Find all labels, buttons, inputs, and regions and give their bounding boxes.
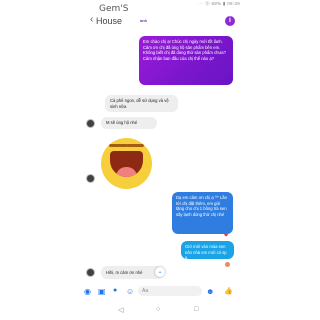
seen-indicator [225,262,230,267]
heart-reaction-icon: ❤ [224,233,229,239]
sticker-brow-left [109,144,127,147]
incoming-message[interactable]: M sẽ ủng hộ nhé [101,117,157,129]
sticker-tongue [116,167,137,177]
image-icon[interactable]: ▣ [98,287,106,296]
info-icon[interactable]: i [225,16,235,26]
conversation-title[interactable]: House [96,16,122,26]
conversation-subtitle: anh [140,18,148,23]
avatar[interactable] [86,119,95,128]
back-icon[interactable]: ‹ [90,14,93,25]
incoming-message[interactable]: Hihi, m cảm ơn nhé [101,266,163,279]
camera-icon[interactable]: ◉ [84,287,92,296]
avatar[interactable] [86,174,95,183]
recents-nav-icon[interactable]: □ [194,306,198,313]
status-right: ··· ⓑ 68% ▮ 09:39 [198,1,240,6]
outgoing-message-cyan[interactable]: Giờ mới vào mùa sen nên nhà em mới có sp… [181,241,234,260]
message-input[interactable]: Aa [138,286,202,296]
sticker-mouth [110,151,143,177]
outgoing-message-purple[interactable]: Em chào chị ạ! Chúc chị ngày mới tốt làn… [139,36,233,85]
outgoing-message-blue[interactable]: Dạ em cảm ơn chị ạ ^^ Lần tới chị đặt th… [172,192,233,234]
incoming-message[interactable]: Cà phê ngon, dễ sử dụng và vệ sinh nữa [105,95,178,112]
sticker-icon[interactable]: ☺ [126,287,134,296]
sticker-brow-right [126,144,144,147]
emoji-icon[interactable]: ☻ [206,287,214,296]
mic-icon[interactable]: ● [113,287,121,295]
avatar[interactable] [86,268,95,277]
app-name: Gem'S [99,4,129,14]
back-nav-icon[interactable]: ◁ [118,306,123,314]
scroll-down-icon[interactable]: ⌄ [155,267,165,277]
laughing-sticker[interactable] [101,138,152,189]
status-bar: ··· ⓑ 68% ▮ 09:39 [0,0,320,12]
home-nav-icon[interactable]: ○ [156,306,160,313]
like-icon[interactable]: 👍 [224,287,233,295]
